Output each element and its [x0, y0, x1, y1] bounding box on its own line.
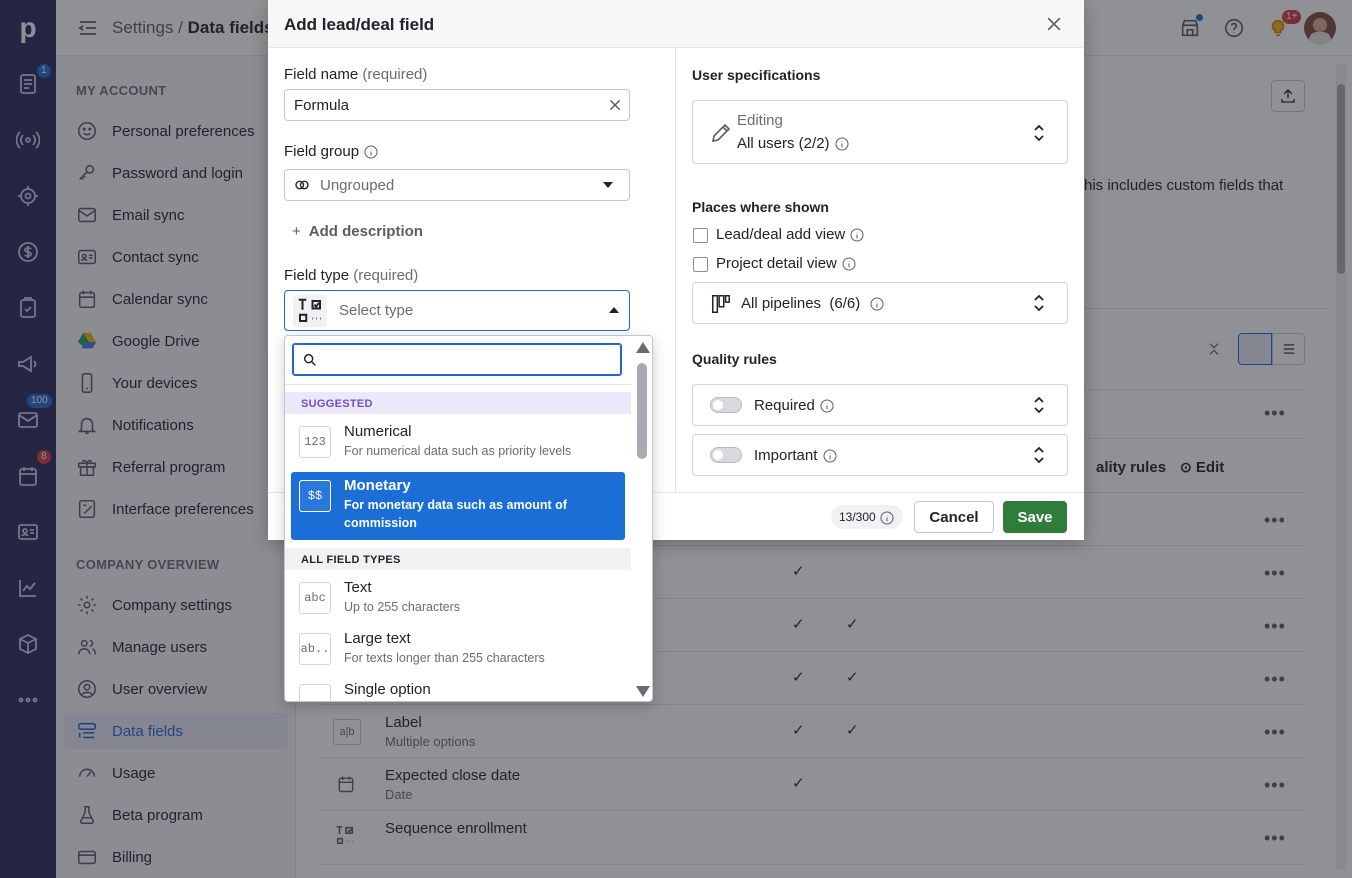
type-option-single-option[interactable]: Single option: [291, 676, 625, 701]
large-text-icon: ab..: [299, 633, 331, 665]
save-button[interactable]: Save: [1003, 501, 1067, 533]
clear-icon[interactable]: [607, 97, 623, 113]
field-type-placeholder: Select type: [339, 302, 414, 319]
editing-label: Editing: [737, 112, 783, 129]
field-type-label: Field type (required): [284, 267, 418, 284]
field-group-select[interactable]: Ungrouped: [284, 169, 630, 201]
type-option-monetary[interactable]: $$ Monetary For monetary data such as am…: [291, 472, 625, 540]
pipelines-count: (6/6): [829, 295, 861, 312]
numerical-icon: 123: [299, 426, 331, 458]
field-type-select[interactable]: Select type: [284, 290, 630, 331]
option-title: Numerical: [344, 423, 412, 440]
single-option-icon: [299, 684, 331, 701]
option-description: For monetary data such as amount of comm…: [344, 498, 567, 530]
label-text: Field group: [284, 143, 360, 160]
type-option-text[interactable]: abc Text Up to 255 characters: [291, 574, 625, 624]
important-rule-select[interactable]: Important: [692, 434, 1068, 476]
pipelines-select[interactable]: All pipelines (6/6): [692, 282, 1068, 324]
type-option-numerical[interactable]: 123 Numerical For numerical data such as…: [291, 418, 625, 468]
user-specifications-title: User specifications: [692, 67, 821, 83]
label-text: Field name: [284, 66, 359, 83]
suggested-heading: SUGGESTED: [285, 392, 631, 414]
required-rule-label: Required: [754, 397, 835, 414]
important-rule-label: Important: [754, 447, 838, 464]
column-divider: [675, 48, 676, 492]
required-toggle[interactable]: [710, 397, 742, 413]
sort-arrows-icon: [1032, 124, 1046, 142]
checkbox-label: Lead/deal add view: [716, 226, 846, 243]
label-text: Field type: [284, 267, 350, 284]
all-types-heading: ALL FIELD TYPES: [285, 548, 631, 570]
lead-deal-add-view-label: Lead/deal add view: [716, 226, 865, 243]
sort-arrows-icon: [1032, 446, 1046, 464]
monetary-icon: $$: [299, 480, 331, 512]
rule-label: Required: [754, 397, 815, 414]
type-search-input[interactable]: [292, 343, 622, 376]
field-group-label: Field group: [284, 143, 379, 160]
required-rule-select[interactable]: Required: [692, 384, 1068, 426]
quality-rules-title: Quality rules: [692, 351, 777, 367]
field-counter: 13/300: [831, 505, 904, 529]
required-text: (required): [362, 66, 428, 83]
scroll-down-icon[interactable]: [636, 686, 650, 697]
field-name-value: Formula: [294, 96, 350, 114]
dropdown-scrollbar-thumb[interactable]: [637, 363, 647, 459]
option-description: Up to 255 characters: [344, 600, 461, 614]
option-title: Text: [344, 579, 372, 596]
cancel-button[interactable]: Cancel: [914, 501, 994, 533]
counter-text: 13/300: [839, 510, 876, 524]
info-icon[interactable]: [879, 510, 895, 526]
info-icon[interactable]: [869, 296, 885, 312]
text-icon: abc: [299, 582, 331, 614]
field-name-input[interactable]: Formula: [284, 89, 630, 121]
option-description: For numerical data such as priority leve…: [344, 444, 572, 458]
checkbox-label: Project detail view: [716, 255, 837, 272]
places-shown-title: Places where shown: [692, 199, 829, 215]
scroll-up-icon[interactable]: [636, 342, 650, 353]
info-icon[interactable]: [834, 136, 850, 152]
field-name-label: Field name (required): [284, 66, 427, 83]
chevron-up-icon: [609, 307, 619, 313]
option-title: Large text: [344, 630, 411, 647]
plus-icon: +: [292, 223, 301, 240]
dialog-header: Add lead/deal field: [268, 0, 1084, 48]
info-icon[interactable]: [822, 448, 838, 464]
project-detail-view-checkbox[interactable]: [693, 257, 708, 272]
pipeline-icon: [710, 293, 732, 315]
dropdown-divider: [285, 384, 631, 385]
info-icon[interactable]: [819, 398, 835, 414]
info-icon[interactable]: [841, 256, 857, 272]
add-description-label: Add description: [308, 223, 423, 240]
field-type-dropdown: SUGGESTED 123 Numerical For numerical da…: [284, 335, 653, 702]
editing-permission-select[interactable]: Editing All users (2/2): [692, 100, 1068, 164]
required-text: (required): [353, 267, 419, 284]
sort-arrows-icon: [1032, 396, 1046, 414]
sort-arrows-icon: [1032, 294, 1046, 312]
dropdown-scrollbar[interactable]: [634, 336, 652, 701]
add-description-button[interactable]: + Add description: [292, 223, 423, 240]
pipelines-value: All pipelines (6/6): [741, 295, 885, 312]
dialog-title: Add lead/deal field: [284, 15, 435, 34]
info-icon[interactable]: [363, 144, 379, 160]
info-icon[interactable]: [849, 227, 865, 243]
search-icon: [302, 352, 318, 368]
group-icon: [293, 176, 311, 194]
option-title: Single option: [344, 681, 431, 698]
lead-deal-add-view-checkbox[interactable]: [693, 228, 708, 243]
option-title: Monetary: [344, 477, 411, 494]
rule-label: Important: [754, 447, 818, 464]
close-icon[interactable]: [1044, 14, 1068, 38]
field-type-icon: [293, 295, 327, 327]
important-toggle[interactable]: [710, 447, 742, 463]
option-description: For texts longer than 255 characters: [344, 651, 545, 665]
chevron-down-icon: [603, 182, 613, 188]
editing-value: All users (2/2): [737, 135, 850, 152]
pencil-icon: [709, 121, 733, 145]
project-detail-view-label: Project detail view: [716, 255, 857, 272]
type-option-large-text[interactable]: ab.. Large text For texts longer than 25…: [291, 625, 625, 675]
pipelines-text: All pipelines: [741, 295, 822, 312]
editing-value-text: All users (2/2): [737, 135, 830, 152]
field-group-value: Ungrouped: [320, 176, 395, 194]
